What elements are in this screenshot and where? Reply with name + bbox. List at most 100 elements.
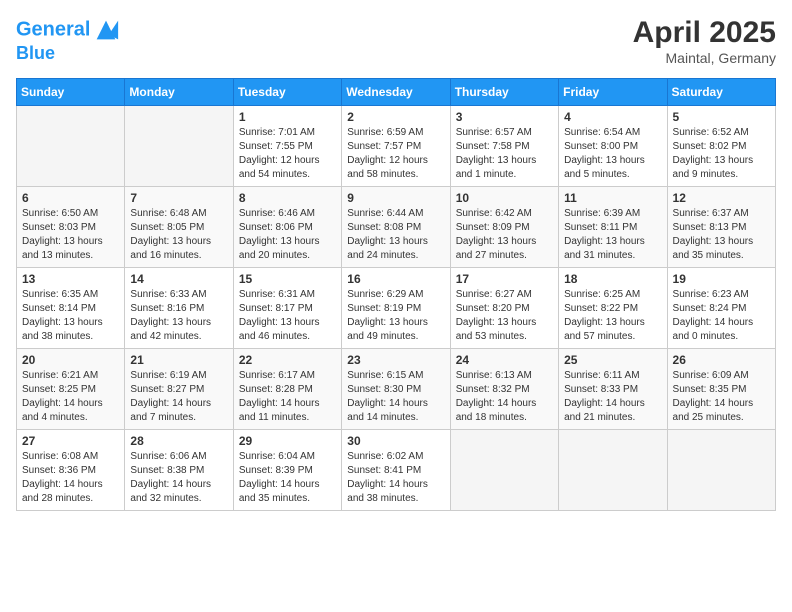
calendar-cell: 14Sunrise: 6:33 AM Sunset: 8:16 PM Dayli… [125,268,233,349]
day-info: Sunrise: 6:48 AM Sunset: 8:05 PM Dayligh… [130,207,227,263]
calendar-header-row: SundayMondayTuesdayWednesdayThursdayFrid… [17,79,776,106]
day-number: 25 [564,353,661,367]
day-info: Sunrise: 6:15 AM Sunset: 8:30 PM Dayligh… [347,369,444,425]
day-info: Sunrise: 6:42 AM Sunset: 8:09 PM Dayligh… [456,207,553,263]
day-info: Sunrise: 6:57 AM Sunset: 7:58 PM Dayligh… [456,126,553,182]
day-number: 10 [456,191,553,205]
day-info: Sunrise: 6:37 AM Sunset: 8:13 PM Dayligh… [673,207,770,263]
calendar-cell: 12 Sunrise: 6:37 AM Sunset: 8:13 PM Dayli… [667,187,775,268]
calendar-cell: 21 Sunrise: 6:19 AM Sunset: 8:27 PM Dayli… [125,349,233,430]
day-number: 19 [673,272,770,286]
day-info: Sunrise: 7:01 AM Sunset: 7:55 PM Dayligh… [239,126,336,182]
day-number: 16 [347,272,444,286]
day-info: Sunrise: 6:33 AM Sunset: 8:16 PM Dayligh… [130,288,227,344]
day-header-saturday: Saturday [667,79,775,106]
day-info: Sunrise: 6:39 AM Sunset: 8:11 PM Dayligh… [564,207,661,263]
calendar-cell [667,430,775,511]
calendar-week-4: 20Sunrise: 6:21 AM Sunset: 8:25 PM Dayli… [17,349,776,430]
day-info: Sunrise: 6:09 AM Sunset: 8:35 PM Dayligh… [673,369,770,425]
day-number: 13 [22,272,119,286]
day-number: 30 [347,434,444,448]
day-number: 9 [347,191,444,205]
day-info: Sunrise: 6:27 AM Sunset: 8:20 PM Dayligh… [456,288,553,344]
day-number: 8 [239,191,336,205]
calendar-cell: 28 Sunrise: 6:06 AM Sunset: 8:38 PM Dayli… [125,430,233,511]
day-info: Sunrise: 6:17 AM Sunset: 8:28 PM Dayligh… [239,369,336,425]
day-info: Sunrise: 6:35 AM Sunset: 8:14 PM Dayligh… [22,288,119,344]
logo-line2: Blue [16,44,120,64]
day-info: Sunrise: 6:29 AM Sunset: 8:19 PM Dayligh… [347,288,444,344]
day-info: Sunrise: 6:02 AM Sunset: 8:41 PM Dayligh… [347,450,444,506]
day-number: 27 [22,434,119,448]
logo-text: General [16,16,120,44]
calendar-cell: 23Sunrise: 6:15 AM Sunset: 8:30 PM Dayli… [342,349,450,430]
calendar-cell: 20Sunrise: 6:21 AM Sunset: 8:25 PM Dayli… [17,349,125,430]
calendar-cell [17,106,125,187]
calendar-cell: 18Sunrise: 6:25 AM Sunset: 8:22 PM Dayli… [559,268,667,349]
calendar-week-5: 27 Sunrise: 6:08 AM Sunset: 8:36 PM Dayli… [17,430,776,511]
calendar-cell [125,106,233,187]
day-number: 22 [239,353,336,367]
day-info: Sunrise: 6:44 AM Sunset: 8:08 PM Dayligh… [347,207,444,263]
day-info: Sunrise: 6:08 AM Sunset: 8:36 PM Dayligh… [22,450,119,506]
day-header-monday: Monday [125,79,233,106]
day-info: Sunrise: 6:06 AM Sunset: 8:38 PM Dayligh… [130,450,227,506]
page-header: General Blue April 2025 Maintal, Germany [16,16,776,66]
day-header-thursday: Thursday [450,79,558,106]
calendar-table: SundayMondayTuesdayWednesdayThursdayFrid… [16,78,776,511]
calendar-cell: 5Sunrise: 6:52 AM Sunset: 8:02 PM Daylig… [667,106,775,187]
calendar-cell: 26 Sunrise: 6:09 AM Sunset: 8:35 PM Dayli… [667,349,775,430]
calendar-cell: 17 Sunrise: 6:27 AM Sunset: 8:20 PM Dayli… [450,268,558,349]
day-info: Sunrise: 6:52 AM Sunset: 8:02 PM Dayligh… [673,126,770,182]
day-info: Sunrise: 6:13 AM Sunset: 8:32 PM Dayligh… [456,369,553,425]
day-info: Sunrise: 6:23 AM Sunset: 8:24 PM Dayligh… [673,288,770,344]
calendar-cell: 25 Sunrise: 6:11 AM Sunset: 8:33 PM Dayli… [559,349,667,430]
calendar-cell: 2Sunrise: 6:59 AM Sunset: 7:57 PM Daylig… [342,106,450,187]
calendar-cell: 19 Sunrise: 6:23 AM Sunset: 8:24 PM Dayli… [667,268,775,349]
calendar-cell: 7 Sunrise: 6:48 AM Sunset: 8:05 PM Daylig… [125,187,233,268]
day-header-tuesday: Tuesday [233,79,341,106]
day-header-wednesday: Wednesday [342,79,450,106]
calendar-cell: 30 Sunrise: 6:02 AM Sunset: 8:41 PM Dayli… [342,430,450,511]
calendar-cell: 13 Sunrise: 6:35 AM Sunset: 8:14 PM Dayli… [17,268,125,349]
calendar-cell: 6Sunrise: 6:50 AM Sunset: 8:03 PM Daylig… [17,187,125,268]
calendar-week-1: 1 Sunrise: 7:01 AM Sunset: 7:55 PM Daylig… [17,106,776,187]
logo: General Blue [16,16,120,64]
day-number: 6 [22,191,119,205]
day-info: Sunrise: 6:11 AM Sunset: 8:33 PM Dayligh… [564,369,661,425]
month-year: April 2025 [633,16,776,50]
day-number: 20 [22,353,119,367]
calendar-cell: 16 Sunrise: 6:29 AM Sunset: 8:19 PM Dayli… [342,268,450,349]
day-info: Sunrise: 6:59 AM Sunset: 7:57 PM Dayligh… [347,126,444,182]
day-number: 12 [673,191,770,205]
day-number: 17 [456,272,553,286]
calendar-cell: 3 Sunrise: 6:57 AM Sunset: 7:58 PM Daylig… [450,106,558,187]
day-number: 28 [130,434,227,448]
calendar-cell: 27 Sunrise: 6:08 AM Sunset: 8:36 PM Dayli… [17,430,125,511]
day-header-friday: Friday [559,79,667,106]
day-number: 21 [130,353,227,367]
title-block: April 2025 Maintal, Germany [633,16,776,66]
day-number: 29 [239,434,336,448]
calendar-cell: 8 Sunrise: 6:46 AM Sunset: 8:06 PM Daylig… [233,187,341,268]
day-number: 11 [564,191,661,205]
calendar-cell: 24 Sunrise: 6:13 AM Sunset: 8:32 PM Dayli… [450,349,558,430]
day-info: Sunrise: 6:46 AM Sunset: 8:06 PM Dayligh… [239,207,336,263]
day-info: Sunrise: 6:19 AM Sunset: 8:27 PM Dayligh… [130,369,227,425]
calendar-cell: 11 Sunrise: 6:39 AM Sunset: 8:11 PM Dayli… [559,187,667,268]
calendar-cell: 9 Sunrise: 6:44 AM Sunset: 8:08 PM Daylig… [342,187,450,268]
day-number: 1 [239,110,336,124]
day-number: 18 [564,272,661,286]
day-number: 24 [456,353,553,367]
calendar-cell [559,430,667,511]
day-number: 3 [456,110,553,124]
calendar-cell: 10 Sunrise: 6:42 AM Sunset: 8:09 PM Dayli… [450,187,558,268]
location: Maintal, Germany [633,50,776,66]
calendar-cell: 4Sunrise: 6:54 AM Sunset: 8:00 PM Daylig… [559,106,667,187]
day-number: 7 [130,191,227,205]
day-number: 26 [673,353,770,367]
day-number: 15 [239,272,336,286]
day-info: Sunrise: 6:04 AM Sunset: 8:39 PM Dayligh… [239,450,336,506]
calendar-cell [450,430,558,511]
day-header-sunday: Sunday [17,79,125,106]
